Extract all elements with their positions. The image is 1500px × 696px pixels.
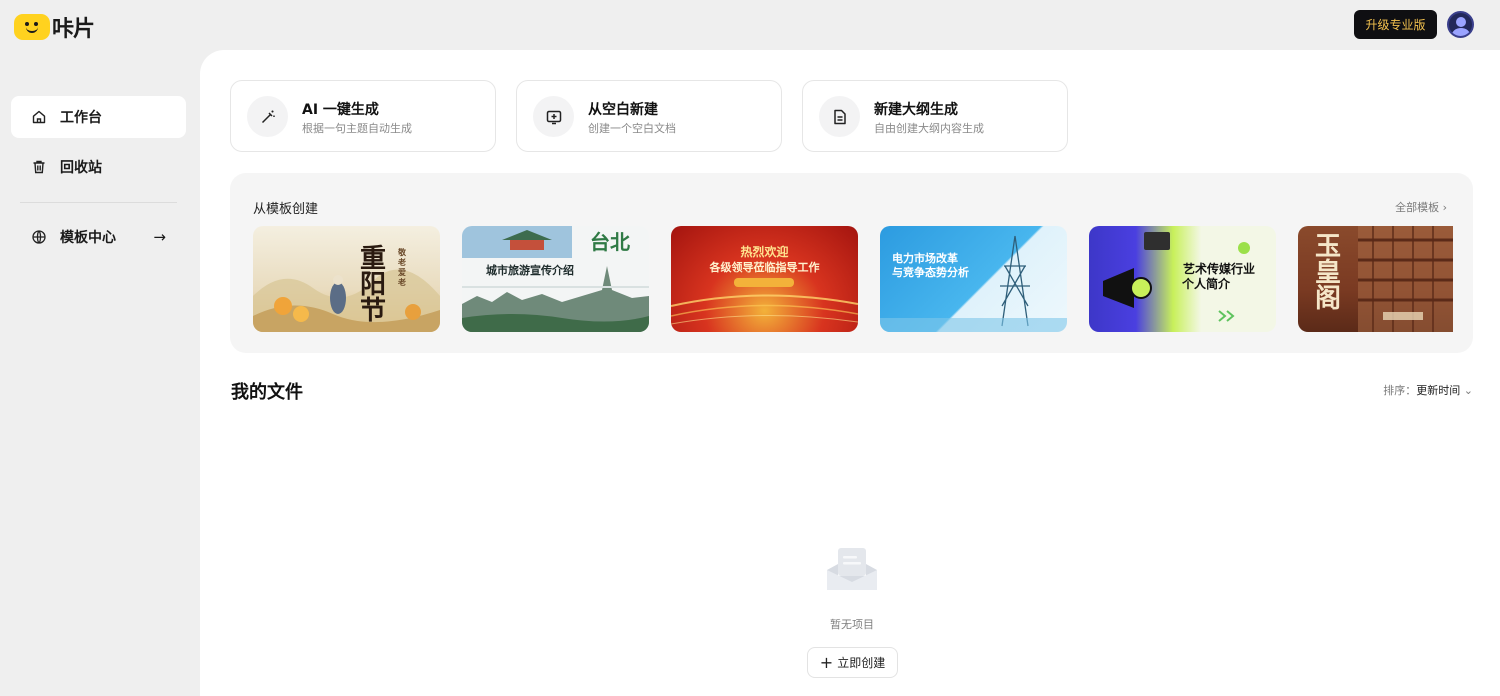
app-logo[interactable]: 咔片 xyxy=(14,11,95,43)
blank-create-card[interactable]: 从空白新建 创建一个空白文档 xyxy=(516,80,782,152)
sort-value: 更新时间 xyxy=(1416,384,1461,397)
outline-doc-icon xyxy=(819,96,860,137)
template-card[interactable]: 热烈欢迎 各级领导莅临指导工作 xyxy=(671,226,858,332)
upgrade-button[interactable]: 升级专业版 xyxy=(1354,10,1437,39)
sort-dropdown[interactable]: 排序：更新时间 ⌄ xyxy=(1383,382,1473,398)
template-sublabel: 台北 xyxy=(590,230,630,254)
ai-generate-card[interactable]: AI 一键生成 根据一句主题自动生成 xyxy=(230,80,496,152)
plus-icon: + xyxy=(819,652,834,672)
logo-mark-icon xyxy=(14,14,50,40)
template-sublabel: 敬老爱老 xyxy=(398,248,406,287)
sidebar-item-label: 工作台 xyxy=(60,110,102,126)
template-section: 从模板创建 全部模板 › 重阳节 敬老爱老 城市旅游宣传介绍 台北 热烈欢迎 各… xyxy=(230,173,1473,353)
chevron-right-icon: › xyxy=(1442,201,1447,214)
template-card[interactable]: 重阳节 敬老爱老 xyxy=(253,226,440,332)
globe-icon xyxy=(31,229,47,245)
add-slide-icon xyxy=(533,96,574,137)
sidebar-item-recycle-bin[interactable]: 回收站 xyxy=(11,146,186,188)
chevron-down-icon: ⌄ xyxy=(1463,384,1473,397)
template-section-title: 从模板创建 xyxy=(253,202,319,217)
template-card[interactable]: 艺术传媒行业 个人简介 xyxy=(1089,226,1276,332)
create-now-label: 立即创建 xyxy=(837,656,886,670)
sidebar: 工作台 回收站 模板中心 → xyxy=(0,50,200,696)
main-panel: AI 一键生成 根据一句主题自动生成 从空白新建 创建一个空白文档 新建大纲生成… xyxy=(200,50,1500,696)
outline-generate-card[interactable]: 新建大纲生成 自由创建大纲内容生成 xyxy=(802,80,1068,152)
template-sublabel: 各级领导莅临指导工作 xyxy=(709,261,820,274)
template-card[interactable]: 玉皇阁 xyxy=(1298,226,1453,332)
template-label: 城市旅游宣传介绍 xyxy=(486,264,574,277)
sidebar-item-label: 模板中心 xyxy=(60,230,116,246)
sidebar-item-label: 回收站 xyxy=(60,160,102,176)
sidebar-divider xyxy=(20,202,177,203)
empty-state-text: 暂无项目 xyxy=(830,618,874,631)
card-title: 从空白新建 xyxy=(588,102,658,118)
home-icon xyxy=(31,109,47,125)
template-sublabel: 个人简介 xyxy=(1181,277,1230,291)
template-label: 艺术传媒行业 xyxy=(1182,262,1255,276)
template-label: 电力市场改革 xyxy=(892,252,958,265)
template-card[interactable]: 电力市场改革 与竞争态势分析 xyxy=(880,226,1067,332)
top-bar: 咔片 升级专业版 xyxy=(0,0,1500,50)
card-subtitle: 根据一句主题自动生成 xyxy=(302,122,412,135)
create-now-button[interactable]: + 立即创建 xyxy=(807,647,898,678)
card-subtitle: 自由创建大纲内容生成 xyxy=(874,122,984,135)
my-files-title: 我的文件 xyxy=(231,382,303,403)
sidebar-item-workspace[interactable]: 工作台 xyxy=(11,96,186,138)
template-card[interactable]: 城市旅游宣传介绍 台北 xyxy=(462,226,649,332)
template-label: 玉皇阁 xyxy=(1314,232,1341,314)
arrow-right-icon: → xyxy=(153,228,166,246)
trash-icon xyxy=(31,159,47,175)
view-all-templates-link[interactable]: 全部模板 › xyxy=(1395,199,1447,215)
empty-inbox-icon xyxy=(825,544,879,594)
magic-wand-icon xyxy=(247,96,288,137)
card-subtitle: 创建一个空白文档 xyxy=(588,122,676,135)
card-title: 新建大纲生成 xyxy=(874,102,958,118)
template-label: 重阳节 xyxy=(359,244,386,326)
logo-text: 咔片 xyxy=(52,17,95,42)
user-avatar[interactable] xyxy=(1447,11,1474,38)
sidebar-item-template-center[interactable]: 模板中心 → xyxy=(11,216,186,258)
card-title: AI 一键生成 xyxy=(302,102,379,118)
template-label: 热烈欢迎 xyxy=(740,245,789,259)
template-sublabel: 与竞争态势分析 xyxy=(892,266,969,279)
